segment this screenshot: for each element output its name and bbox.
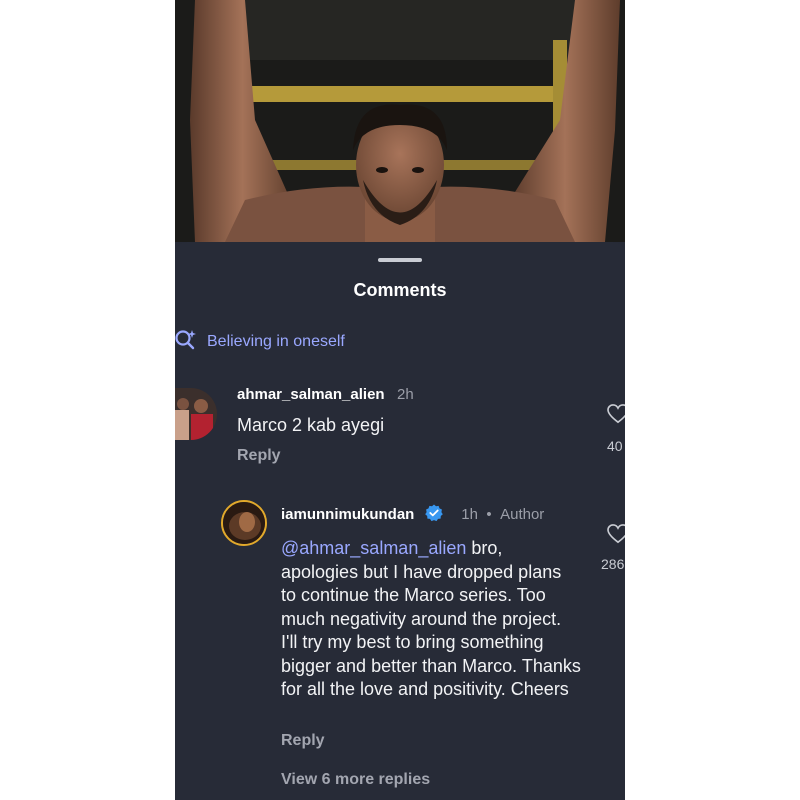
like-count-2: 286 bbox=[601, 556, 625, 572]
reply-button-2[interactable]: Reply bbox=[281, 732, 325, 750]
reply-body: bro, apologies but I have dropped plans … bbox=[281, 538, 581, 699]
search-suggestion-text: Believing in oneself bbox=[207, 333, 345, 350]
reply-header: iamunnimukundan 1h • Author bbox=[281, 504, 544, 527]
reply-text: @ahmar_salman_alien bro, apologies but I… bbox=[281, 537, 581, 702]
phone-screen: Comments Believing in oneself ahmar_salm… bbox=[175, 0, 625, 800]
search-suggestion[interactable]: Believing in oneself bbox=[175, 329, 345, 356]
heart-icon[interactable] bbox=[607, 524, 625, 548]
view-more-replies[interactable]: View 6 more replies bbox=[281, 771, 430, 789]
reply-button[interactable]: Reply bbox=[237, 447, 281, 465]
drag-handle[interactable] bbox=[378, 258, 422, 262]
like-button[interactable] bbox=[603, 404, 625, 429]
author-label: Author bbox=[500, 506, 545, 523]
mention-link[interactable]: @ahmar_salman_alien bbox=[281, 538, 466, 558]
post-photo bbox=[175, 0, 625, 242]
comments-sheet: Comments Believing in oneself ahmar_salm… bbox=[175, 242, 625, 800]
comment-time: 2h bbox=[397, 386, 414, 403]
post-photo-image bbox=[175, 0, 625, 242]
avatar[interactable] bbox=[175, 388, 217, 440]
comment-text: Marco 2 kab ayegi bbox=[237, 415, 385, 435]
sheet-title: Comments bbox=[353, 280, 447, 300]
search-sparkle-icon bbox=[175, 329, 197, 356]
like-button-2[interactable] bbox=[603, 524, 625, 549]
heart-icon[interactable] bbox=[607, 404, 625, 428]
reply-time: 1h bbox=[461, 506, 478, 523]
comment-username[interactable]: ahmar_salman_alien bbox=[237, 386, 385, 403]
verified-badge-icon bbox=[424, 504, 443, 527]
author-avatar[interactable] bbox=[221, 500, 267, 546]
reply-username[interactable]: iamunnimukundan bbox=[281, 506, 414, 523]
comment-header: ahmar_salman_alien 2h bbox=[237, 386, 414, 404]
like-count: 40 bbox=[607, 438, 623, 454]
meta-separator: • bbox=[486, 506, 492, 523]
